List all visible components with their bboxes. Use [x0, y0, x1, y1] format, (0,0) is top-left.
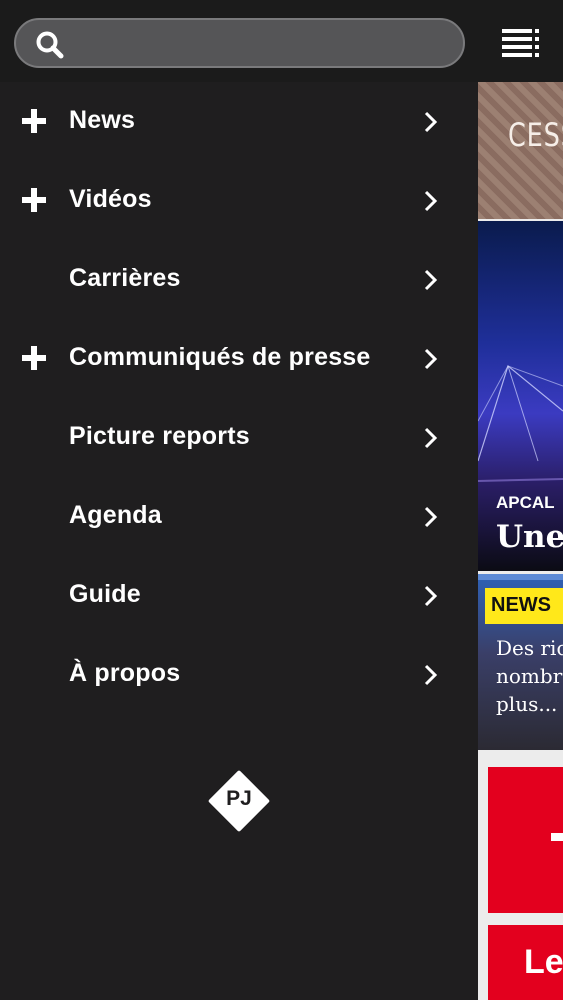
top-bar	[0, 0, 563, 82]
news-card-line: nombr	[496, 664, 563, 688]
promo-card-2[interactable]: Le	[488, 925, 563, 1000]
hero-article-card[interactable]: APCAL Une	[478, 221, 563, 571]
side-menu: News Vidéos Carrières Communiqués de pre…	[0, 82, 478, 1000]
chevron-right-icon	[422, 661, 440, 689]
menu-item-label: À propos	[69, 659, 181, 687]
menu-item-videos[interactable]: Vidéos	[0, 161, 478, 240]
menu-item-picture-reports[interactable]: Picture reports	[0, 398, 478, 477]
menu-item-label: Carrières	[69, 264, 181, 292]
menu-item-label: Guide	[69, 580, 141, 608]
menu-item-label: Agenda	[69, 501, 162, 529]
pj-logo[interactable]: PJ	[207, 769, 271, 833]
banner-text: CESS	[508, 116, 563, 154]
hero-title: Une	[496, 519, 563, 555]
news-article-card[interactable]: NEWS Des ric nombr plus...	[478, 574, 563, 750]
search-bar[interactable]	[14, 18, 465, 68]
chevron-right-icon	[422, 108, 440, 136]
news-badge: NEWS	[485, 588, 563, 624]
news-card-line: plus...	[496, 692, 558, 716]
card-top-strip	[478, 574, 563, 580]
menu-list-icon[interactable]	[500, 26, 542, 60]
chevron-right-icon	[422, 503, 440, 531]
plus-icon[interactable]	[20, 344, 48, 372]
promo-dash	[551, 833, 563, 841]
search-input[interactable]	[76, 26, 446, 60]
menu-item-carrieres[interactable]: Carrières	[0, 240, 478, 319]
chevron-right-icon	[422, 266, 440, 294]
menu-item-label: Picture reports	[69, 422, 250, 450]
search-icon[interactable]	[34, 29, 66, 61]
menu-item-a-propos[interactable]: À propos	[0, 635, 478, 714]
hero-category: APCAL	[496, 493, 555, 512]
chevron-right-icon	[422, 345, 440, 373]
menu-item-label: News	[69, 106, 136, 134]
logo-text: PJ	[226, 787, 252, 810]
promo-card[interactable]	[488, 767, 563, 913]
chevron-right-icon	[422, 582, 440, 610]
plus-icon[interactable]	[20, 186, 48, 214]
menu-item-agenda[interactable]: Agenda	[0, 477, 478, 556]
menu-item-guide[interactable]: Guide	[0, 556, 478, 635]
hero-image	[478, 364, 563, 482]
menu-item-news[interactable]: News	[0, 82, 478, 161]
article-feed: CESS APCAL Une NEWS Des ric nombr plus..…	[478, 82, 563, 1000]
menu-item-label: Communiqués de presse	[69, 343, 371, 371]
menu-item-communiques[interactable]: Communiqués de presse	[0, 319, 478, 398]
news-card-text: Des ric nombr plus...	[496, 634, 563, 718]
promo-card-text: Le	[524, 943, 563, 981]
feed-banner[interactable]: CESS	[478, 82, 563, 219]
news-card-line: Des ric	[496, 636, 563, 660]
plus-icon[interactable]	[20, 107, 48, 135]
chevron-right-icon	[422, 187, 440, 215]
menu-item-label: Vidéos	[69, 185, 152, 213]
chevron-right-icon	[422, 424, 440, 452]
